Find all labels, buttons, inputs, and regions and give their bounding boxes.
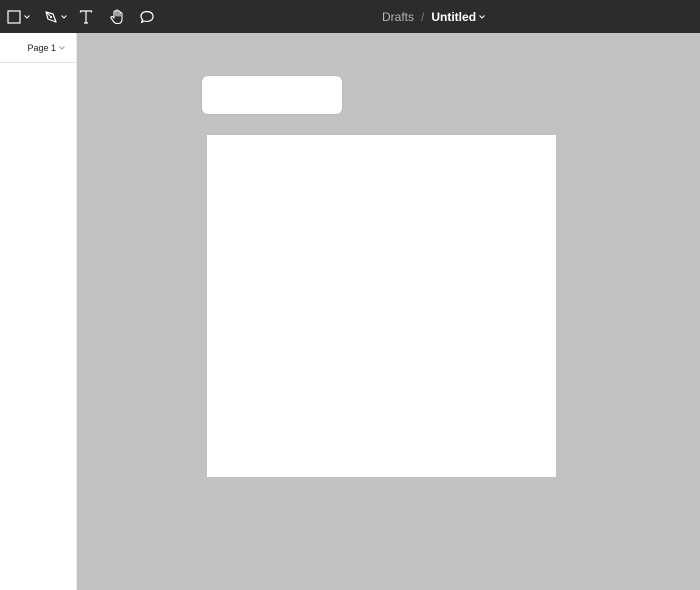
text-tool-button[interactable] <box>77 0 95 33</box>
hand-tool-button[interactable] <box>107 0 127 33</box>
page-selector[interactable]: Page 1 <box>0 33 76 63</box>
page-selector-label: Page 1 <box>27 42 56 53</box>
breadcrumb-separator: / <box>421 9 425 24</box>
breadcrumb: Drafts / Untitled <box>382 0 485 33</box>
frame-tool-button[interactable] <box>5 0 31 33</box>
rounded-rectangle-shape[interactable] <box>202 76 342 114</box>
chevron-down-icon <box>59 45 65 50</box>
editor-window: Drafts / Untitled Page 1 <box>0 0 700 590</box>
comment-icon <box>140 10 154 23</box>
chevron-down-icon[interactable] <box>60 14 67 19</box>
pen-tool-button[interactable] <box>41 0 69 33</box>
file-title-menu[interactable]: Untitled <box>431 10 485 24</box>
comment-tool-button[interactable] <box>137 0 157 33</box>
hand-icon <box>110 8 123 24</box>
breadcrumb-drafts-link[interactable]: Drafts <box>382 10 414 24</box>
design-canvas[interactable] <box>77 33 700 590</box>
top-toolbar: Drafts / Untitled <box>0 0 700 33</box>
left-sidebar: Page 1 <box>0 33 77 590</box>
chevron-down-icon <box>479 14 485 19</box>
frame-shape[interactable] <box>207 135 556 477</box>
square-icon <box>6 9 21 24</box>
file-title: Untitled <box>431 9 477 24</box>
text-icon <box>79 9 93 24</box>
pen-icon <box>44 10 57 23</box>
chevron-down-icon[interactable] <box>23 14 30 19</box>
